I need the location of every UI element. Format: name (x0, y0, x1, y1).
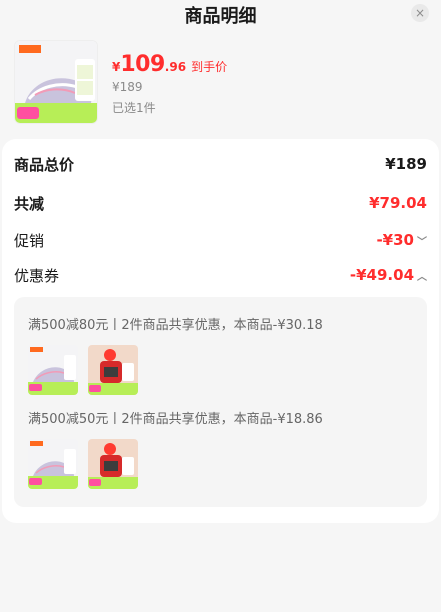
coupon-1-shoe-thumb[interactable] (28, 345, 78, 395)
coupon-2-bag-thumb[interactable] (88, 439, 138, 489)
total-row: 商品总价 ¥189 (14, 152, 427, 176)
page-title: 商品明细 (184, 6, 257, 27)
chevron-up-icon[interactable]: ︿ (417, 268, 427, 283)
price-tag: 到手价 (191, 60, 228, 74)
coupon-detail-box: 满500减80元丨2件商品共享优惠，本商品-¥30.18 满500减50元丨2件… (14, 297, 427, 507)
promo-value: -¥30 (376, 231, 414, 249)
chevron-down-icon[interactable]: ﹀ (417, 233, 427, 248)
coupon-label: 优惠券 (14, 266, 60, 285)
coupon-1-bag-thumb[interactable] (88, 345, 138, 395)
discount-value: ¥79.04 (369, 194, 427, 212)
coupon-value: -¥49.04 (349, 266, 414, 284)
selected-count: 已选1件 (112, 101, 156, 115)
promo-value-wrap: -¥30 ﹀ (376, 231, 427, 249)
price-integer: 109 (120, 52, 165, 77)
discount-row: 共减 ¥79.04 (14, 191, 427, 215)
coupon-value-wrap: -¥49.04 ︿ (350, 266, 427, 284)
price-decimal: .96 (164, 60, 187, 74)
discount-label: 共减 (14, 194, 45, 213)
promo-row[interactable]: 促销 -¥30 ﹀ (14, 228, 427, 252)
product-thumbnail[interactable] (14, 40, 98, 124)
coupon-2-shoe-thumb[interactable] (28, 439, 78, 489)
close-icon[interactable]: × (411, 4, 429, 22)
product-summary: ¥109.96 到手价 ¥189 已选1件 (14, 40, 434, 126)
header: 商品明细 × (0, 0, 441, 30)
final-price: ¥109.96 到手价 (112, 52, 227, 77)
promo-label: 促销 (14, 231, 45, 250)
coupon-row[interactable]: 优惠券 -¥49.04 ︿ (14, 263, 427, 287)
total-value: ¥189 (385, 155, 427, 173)
price-detail-card: 商品总价 ¥189 共减 ¥79.04 促销 -¥30 ﹀ 优惠券 -¥49.04… (2, 139, 439, 523)
coupon-desc-1: 满500减80元丨2件商品共享优惠，本商品-¥30.18 (28, 318, 323, 333)
original-price: ¥189 (112, 80, 143, 94)
coupon-desc-2: 满500减50元丨2件商品共享优惠，本商品-¥18.86 (28, 412, 323, 427)
total-label: 商品总价 (14, 155, 75, 174)
